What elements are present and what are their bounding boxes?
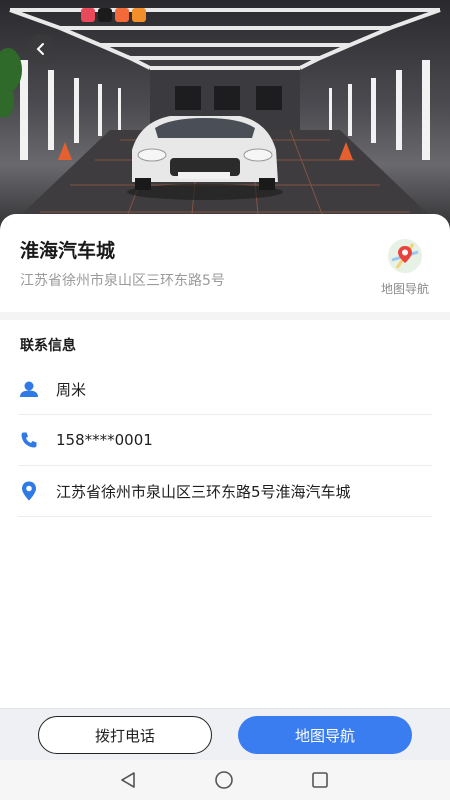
circle-home-icon[interactable] xyxy=(214,770,234,794)
app-icon xyxy=(115,8,129,22)
section-separator xyxy=(0,312,450,320)
location-pin-icon xyxy=(18,480,40,502)
merchant-name: 淮海汽车城 xyxy=(20,240,116,262)
back-button[interactable] xyxy=(26,34,56,64)
square-recents-icon[interactable] xyxy=(310,770,330,794)
contact-phone-number: 158****0001 xyxy=(56,431,153,449)
map-navigation-icon xyxy=(388,239,422,273)
call-button[interactable]: 拨打电话 xyxy=(38,716,212,754)
map-navigation-label: 地图导航 xyxy=(380,282,429,296)
status-app-icons xyxy=(81,8,146,22)
contact-person-row: 周米 xyxy=(18,364,432,415)
app-icon xyxy=(98,8,112,22)
hero-showroom-image xyxy=(0,0,450,235)
showroom-illustration xyxy=(0,8,450,235)
contact-address-row[interactable]: 江苏省徐州市泉山区三环东路5号淮海汽车城 xyxy=(18,466,432,517)
phone-icon xyxy=(18,429,40,451)
contact-person-name: 周米 xyxy=(56,380,87,399)
map-navigation-shortcut[interactable]: 地图导航 xyxy=(374,238,436,297)
merchant-address: 江苏省徐州市泉山区三环东路5号 xyxy=(20,273,225,289)
triangle-back-icon[interactable] xyxy=(118,770,138,794)
contact-full-address: 江苏省徐州市泉山区三环东路5号淮海汽车城 xyxy=(56,482,351,501)
merchant-card: 淮海汽车城 江苏省徐州市泉山区三环东路5号 地图导航 xyxy=(0,214,450,312)
map-navigation-button[interactable]: 地图导航 xyxy=(238,716,412,754)
person-icon xyxy=(18,378,40,400)
app-icon xyxy=(81,8,95,22)
system-navigation-bar xyxy=(0,760,450,800)
contact-section-title: 联系信息 xyxy=(20,338,76,354)
back-arrow-icon xyxy=(36,43,44,55)
contact-phone-row[interactable]: 158****0001 xyxy=(18,415,432,466)
app-icon xyxy=(132,8,146,22)
bottom-action-bar: 拨打电话 地图导航 xyxy=(0,708,450,760)
